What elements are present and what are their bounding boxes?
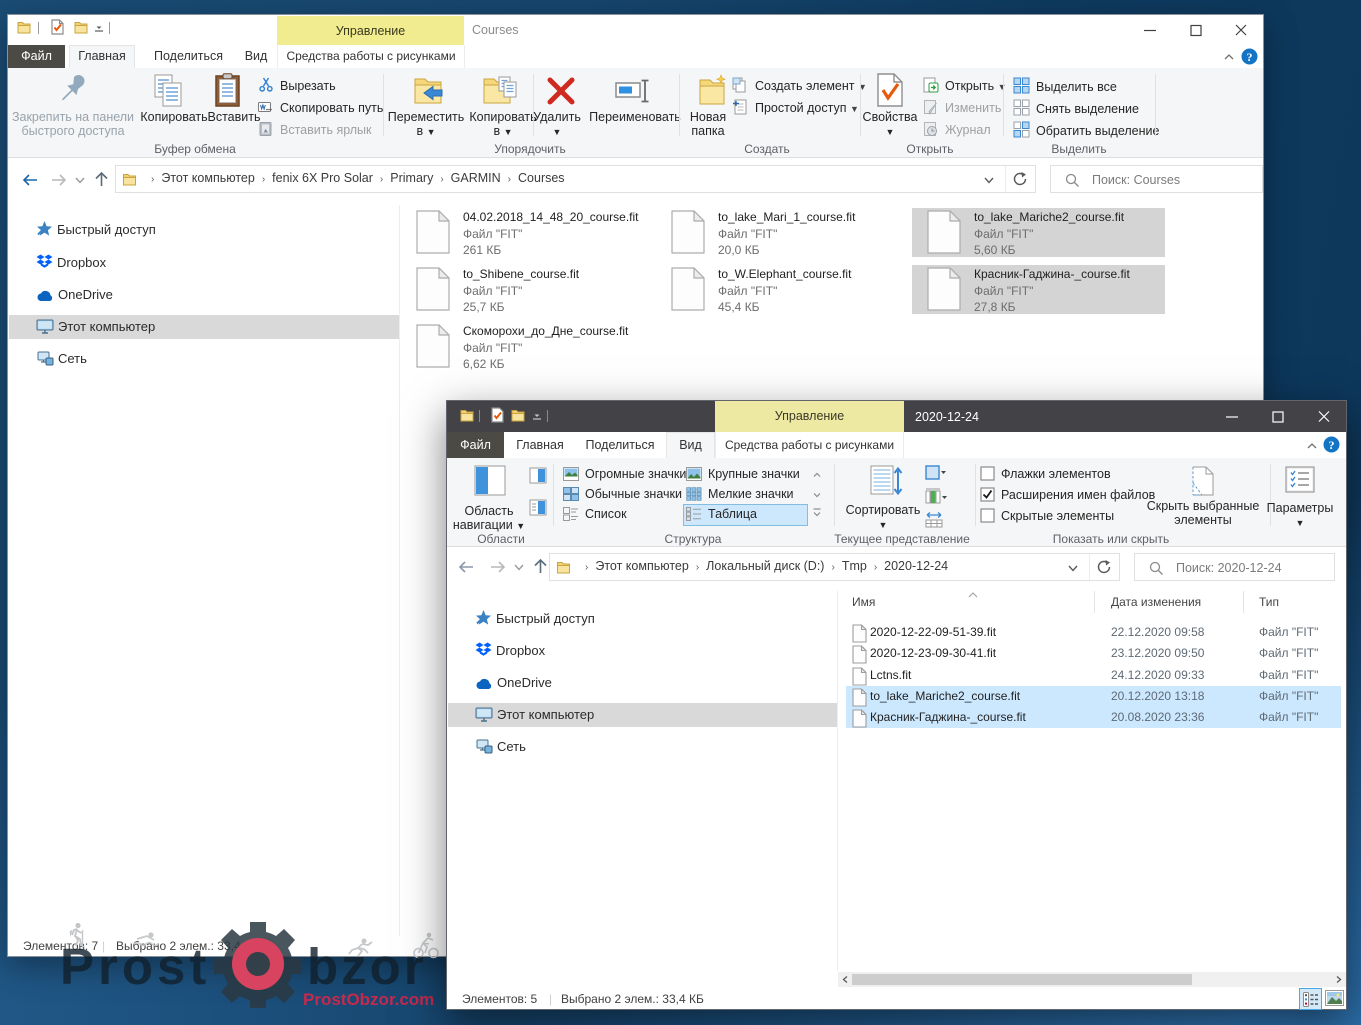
svg-text:?: ? <box>1247 50 1253 64</box>
svg-text:?: ? <box>1329 438 1335 452</box>
